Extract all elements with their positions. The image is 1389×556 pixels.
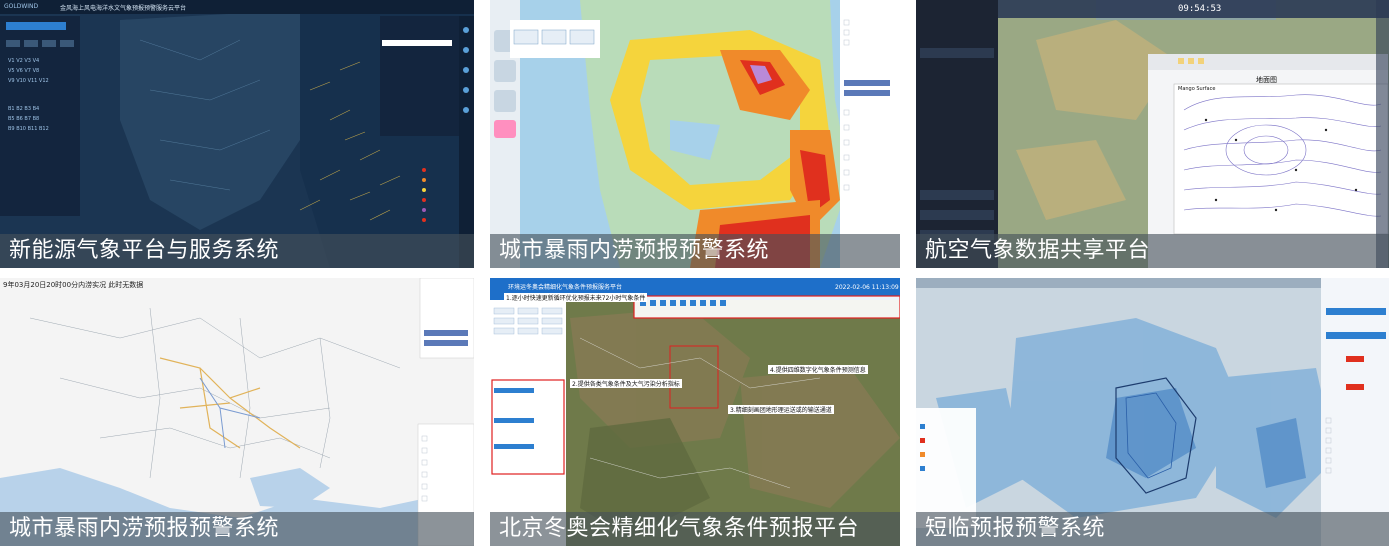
tile-aviation-data-platform[interactable]: 09:54:53 地面图 Mango Surface 航空气象数据共享平台 [916,0,1389,268]
header-title: 金风海上风电海洋水文气象预报预警服务云平台 [60,5,187,12]
tile-caption: 城市暴雨内涝预报预警系统 [490,234,900,268]
tile-new-energy-platform[interactable]: V1 V2 V3 V4 V5 V6 V7 V8 V9 V10 V11 V12 B1 … [0,0,474,268]
chart-subtitle: Mango Surface [1178,86,1216,92]
header-text: 9年03月20日20时00分内涝实况 此时无数据 [3,281,144,289]
svg-text:B1 B2 B3 B4: B1 B2 B3 B4 [8,106,39,112]
callout-2: 2.提供各类气象条件及大气污染分析指标 [570,379,682,388]
tile-urban-flood-forecast-2[interactable]: 9年03月20日20时00分内涝实况 此时无数据 城市暴雨内涝预报预警系统 [0,278,474,546]
header-clock: 09:54:53 [1178,4,1222,14]
svg-text:V9 V10 V11 V12: V9 V10 V11 V12 [8,78,49,84]
tile-winter-olympics-platform[interactable]: 环境运冬奥会精细化气象条件预报服务平台 2022-02-06 11:13:09 … [490,278,900,546]
flood-risk-map [490,0,900,268]
radar-map [916,278,1389,546]
callout-3: 3.精细刻画团地形理运送或的输送通道 [728,405,834,414]
callout-1: 1.逐小时快速更新循环优化预报未来72小时气象条件 [504,293,648,302]
svg-text:V5 V6 V7 V8: V5 V6 V7 V8 [8,68,39,74]
city-road-map [0,278,474,546]
svg-text:V1 V2 V3 V4: V1 V2 V3 V4 [8,58,39,64]
screenshot-grid: V1 V2 V3 V4 V5 V6 V7 V8 V9 V10 V11 V12 B1 … [0,0,1389,556]
callout-4: 4.提供四维数字化气象条件预测信息 [768,365,868,374]
tile-caption: 航空气象数据共享平台 [916,234,1389,268]
tile-urban-flood-forecast[interactable]: 城市暴雨内涝预报预警系统 [490,0,900,268]
dark-wind-map: V1 V2 V3 V4 V5 V6 V7 V8 V9 V10 V11 V12 B1 … [0,0,474,268]
svg-text:B5 B6 B7 B8: B5 B6 B7 B8 [8,116,39,122]
header-datetime: 2022-02-06 11:13:09 [835,284,899,291]
aviation-map [916,0,1389,268]
tile-caption: 短临预报预警系统 [916,512,1389,546]
header-title: 环境运冬奥会精细化气象条件预报服务平台 [508,284,623,291]
satellite-map [490,278,900,546]
tile-caption: 北京冬奥会精细化气象条件预报平台 [490,512,900,546]
header-logo: GOLDWIND [4,3,39,10]
tile-caption: 城市暴雨内涝预报预警系统 [0,512,474,546]
tile-nowcasting-warning[interactable]: 短临预报预警系统 [916,278,1389,546]
chart-title: 地面图 [1256,76,1277,84]
tile-caption: 新能源气象平台与服务系统 [0,234,474,268]
svg-text:B9 B10 B11 B12: B9 B10 B11 B12 [8,126,49,132]
